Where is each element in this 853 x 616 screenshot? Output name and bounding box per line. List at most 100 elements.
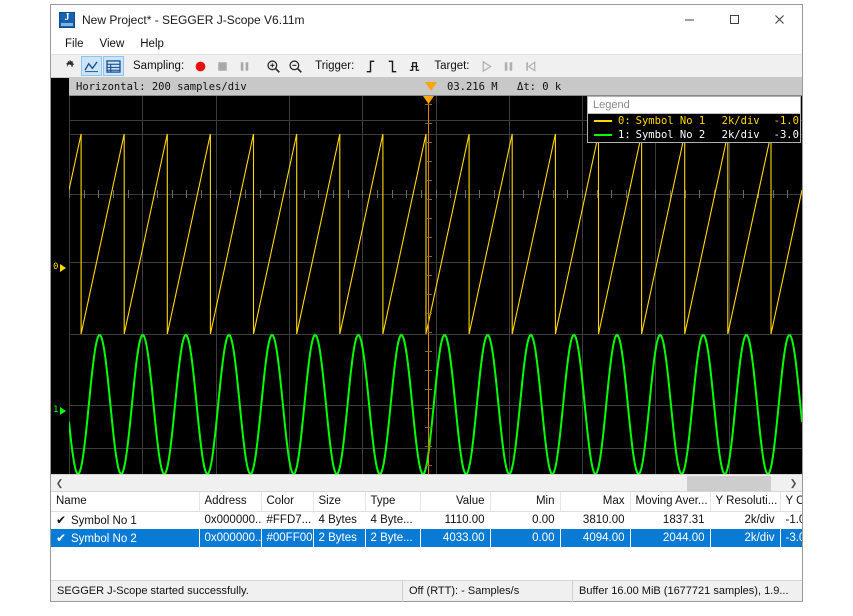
legend-index-1: 1: [618,129,631,141]
column-header-max[interactable]: Max [560,492,631,512]
legend-swatch-1-icon [594,134,612,136]
j-scope-icon [59,11,75,28]
channel-marker-1-label: 1 [53,405,59,415]
window-title: New Project* - SEGGER J-Scope V6.11m [82,12,305,27]
row-0-color[interactable]: #FFD7... [261,511,313,529]
row-0-value: 1110.00 [444,514,485,527]
column-header-color[interactable]: Color [261,492,314,512]
table-view-icon[interactable] [103,56,124,76]
row-0-y-resolution[interactable]: 2k/div [710,511,780,529]
table-row[interactable]: ✔ Symbol No 2 0x000000... #00FF00 2 Bytes… [51,529,802,547]
row-1-name-cell[interactable]: ✔ Symbol No 2 [51,529,199,547]
legend-name-1: Symbol No 2 [635,129,706,141]
menu-item-view[interactable]: View [92,36,133,52]
symbol-table-container[interactable]: Name Address Color Size Type Value Min M… [51,491,802,580]
legend-resolution-0: 2k/div [721,115,760,127]
status-rtt: Off (RTT): - Samples/s [402,580,572,602]
record-icon[interactable] [190,56,211,76]
scrollbar-thumb[interactable] [687,475,771,491]
reset-icon[interactable] [520,56,541,76]
row-1-type[interactable]: 2 Byte... [365,529,420,547]
channel-marker-1[interactable]: 1 [51,405,69,416]
scrollbar-track[interactable] [68,474,785,492]
column-header-min[interactable]: Min [490,492,561,512]
row-0-y-offset[interactable]: -1.0 [780,511,803,529]
waveform-view-icon[interactable] [81,56,102,76]
column-header-y-resolution[interactable]: Y Resoluti... [710,492,781,512]
legend-index-0: 0: [618,115,631,127]
channel-marker-0[interactable]: 0 [51,262,69,273]
table-header-row: Name Address Color Size Type Value Min M… [51,492,802,512]
row-0-type[interactable]: 4 Byte... [365,511,420,529]
chevron-left-icon[interactable]: ❮ [51,475,68,492]
horizontal-info-bar[interactable]: Horizontal: 200 samples/div 03.216 M Δt:… [69,78,802,96]
menu-item-help[interactable]: Help [132,36,172,52]
column-header-name[interactable]: Name [51,492,200,512]
target-label: Target: [434,60,470,72]
title-bar: New Project* - SEGGER J-Scope V6.11m [51,5,802,34]
legend-entry-1[interactable]: 1: Symbol No 2 2k/div -3.0 [588,128,800,142]
close-icon[interactable] [757,5,802,34]
column-header-moving-average[interactable]: Moving Aver... [630,492,711,512]
row-1-moving-average: 2044.00 [630,529,710,547]
row-1-y-offset[interactable]: -3.0 [780,529,802,547]
row-0-name-cell[interactable]: ✔ Symbol No 1 [51,511,199,529]
row-0-name: Symbol No 1 [71,515,137,528]
gear-icon[interactable] [59,56,80,76]
checkmark-icon[interactable]: ✔ [56,513,69,527]
row-1-y-resolution[interactable]: 2k/div [710,529,780,547]
sampling-label: Sampling: [133,60,185,72]
column-header-address[interactable]: Address [199,492,262,512]
legend-swatch-0-icon [594,120,612,122]
legend-offset-1: -3.0 [773,129,799,141]
status-message: SEGGER J-Scope started successfully. [57,585,249,597]
channel-marker-0-label: 0 [53,262,59,272]
row-1-color[interactable]: #00FF00 [261,529,313,547]
trigger-both-edges-icon[interactable] [404,56,425,76]
channel-marker-gutter: 0 1 [51,96,69,474]
column-header-size[interactable]: Size [313,492,366,512]
row-0-size[interactable]: 4 Bytes [313,511,365,529]
application-window: New Project* - SEGGER J-Scope V6.11m Fil… [50,4,803,602]
maximize-icon[interactable] [712,5,757,34]
plot-row: 0 1 Legend 0: Symbol No 1 2k/div -1.0 1:… [51,96,802,474]
zoom-in-icon[interactable] [263,56,284,76]
zoom-out-icon[interactable] [285,56,306,76]
horizontal-scale-label: Horizontal: 200 samples/div [76,80,247,93]
trigger-rising-edge-icon[interactable] [360,56,381,76]
waveform-canvas [69,96,802,474]
row-0-moving-average: 1837.31 [662,514,705,527]
toolbar: Sampling: Trigger: Target: [51,54,802,78]
row-1-address[interactable]: 0x000000... [199,529,261,547]
plot-horizontal-scrollbar[interactable]: ❮ ❯ [51,474,802,492]
legend-name-0: Symbol No 1 [635,115,706,127]
halt-icon[interactable] [498,56,519,76]
horizontal-info-row: Horizontal: 200 samples/div 03.216 M Δt:… [51,78,802,96]
run-icon[interactable] [476,56,497,76]
column-header-type[interactable]: Type [365,492,421,512]
channel-marker-1-arrow-icon [60,406,67,415]
column-header-value[interactable]: Value [420,492,491,512]
minimize-icon[interactable] [667,5,712,34]
row-0-min: 0.00 [532,514,555,527]
trigger-falling-edge-icon[interactable] [382,56,403,76]
legend-entry-0[interactable]: 0: Symbol No 1 2k/div -1.0 [588,114,800,128]
row-1-name: Symbol No 2 [71,533,137,545]
pause-icon[interactable] [234,56,255,76]
table-row[interactable]: ✔ Symbol No 1 0x000000... #FFD7... 4 Byte… [51,511,802,529]
delta-t-label: Δt: 0 k [517,80,562,93]
stop-icon[interactable] [212,56,233,76]
legend-panel[interactable]: Legend 0: Symbol No 1 2k/div -1.0 1: Sym… [587,96,801,143]
trigger-position-marker[interactable] [425,82,437,91]
cursor-position-label: 03.216 M [447,80,498,93]
chevron-right-icon[interactable]: ❯ [785,475,802,492]
column-header-y-offset[interactable]: Y Offset [780,492,802,512]
row-1-size[interactable]: 2 Bytes [313,529,365,547]
waveform-plot-area[interactable]: Legend 0: Symbol No 1 2k/div -1.0 1: Sym… [69,96,802,474]
row-1-min: 0.00 [490,529,560,547]
checkmark-icon[interactable]: ✔ [56,531,69,545]
menu-item-file[interactable]: File [57,36,92,52]
row-1-value: 4033.00 [420,529,490,547]
row-0-address[interactable]: 0x000000... [199,511,261,529]
channel-marker-0-arrow-icon [60,263,67,272]
